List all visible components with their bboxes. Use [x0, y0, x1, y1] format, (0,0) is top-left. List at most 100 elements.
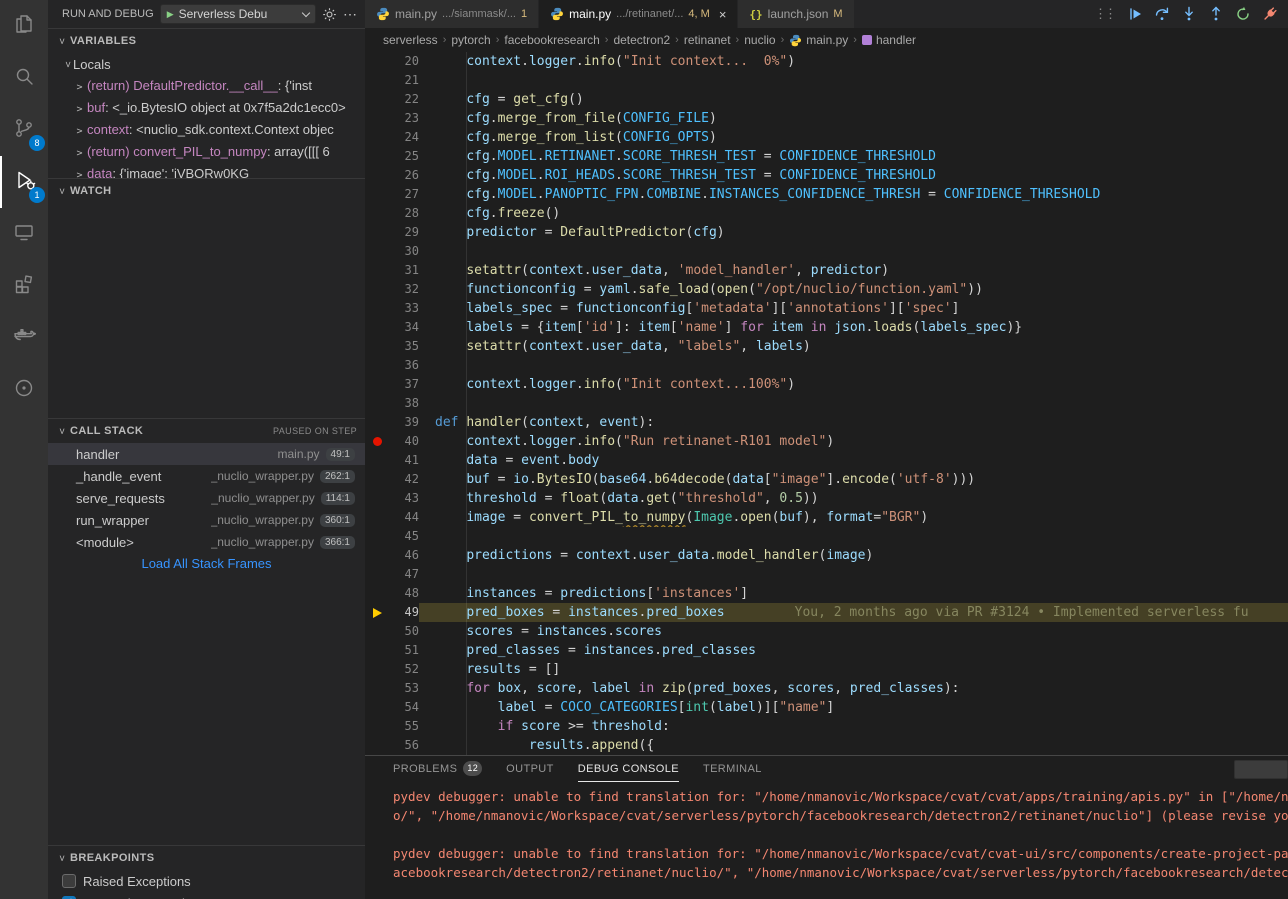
glyph-margin[interactable]: [365, 698, 389, 717]
code-line-52[interactable]: 52 results = []: [365, 660, 1288, 679]
glyph-margin[interactable]: [365, 679, 389, 698]
chevron-right-icon[interactable]: [74, 77, 85, 97]
code-line-37[interactable]: 37 context.logger.info("Init context...1…: [365, 375, 1288, 394]
close-icon[interactable]: ×: [719, 7, 727, 22]
chevron-right-icon[interactable]: [74, 99, 85, 119]
variable-row[interactable]: (return) convert_PIL_to_numpy: array([[[…: [48, 141, 365, 163]
glyph-margin[interactable]: [365, 280, 389, 299]
breadcrumb-item-detectron2[interactable]: detectron2: [613, 33, 670, 47]
code-line-20[interactable]: 20 context.logger.info("Init context... …: [365, 52, 1288, 71]
panel-tab-terminal[interactable]: TERMINAL: [703, 756, 762, 782]
glyph-margin[interactable]: [365, 356, 389, 375]
chevron-right-icon[interactable]: [74, 165, 85, 178]
glyph-margin[interactable]: [365, 223, 389, 242]
code-line-43[interactable]: 43 threshold = float(data.get("threshold…: [365, 489, 1288, 508]
breadcrumb-item-retinanet[interactable]: retinanet: [684, 33, 731, 47]
code-line-29[interactable]: 29 predictor = DefaultPredictor(cfg): [365, 223, 1288, 242]
glyph-margin[interactable]: [365, 508, 389, 527]
code-line-24[interactable]: 24 cfg.merge_from_list(CONFIG_OPTS): [365, 128, 1288, 147]
code-line-31[interactable]: 31 setattr(context.user_data, 'model_han…: [365, 261, 1288, 280]
breakpoint-option[interactable]: ✓Uncaught Exceptions: [48, 892, 365, 899]
activity-bar-item-run-and-debug[interactable]: 1: [0, 156, 48, 208]
continue-button[interactable]: [1127, 6, 1143, 22]
call-stack-section-header[interactable]: CALL STACK PAUSED ON STEP: [48, 419, 365, 443]
code-line-35[interactable]: 35 setattr(context.user_data, "labels", …: [365, 337, 1288, 356]
glyph-margin[interactable]: [365, 204, 389, 223]
disconnect-button[interactable]: [1262, 6, 1278, 22]
code-line-47[interactable]: 47: [365, 565, 1288, 584]
debug-console-output[interactable]: pydev debugger: unable to find translati…: [365, 782, 1288, 899]
call-stack-frame[interactable]: _handle_event_nuclio_wrapper.py262:1: [48, 465, 365, 487]
tab-launch-json[interactable]: {}launch.jsonM: [738, 0, 854, 28]
glyph-margin[interactable]: [365, 451, 389, 470]
code-line-34[interactable]: 34 labels = {item['id']: item['name'] fo…: [365, 318, 1288, 337]
code-line-40[interactable]: 40 context.logger.info("Run retinanet-R1…: [365, 432, 1288, 451]
glyph-margin[interactable]: [365, 261, 389, 280]
variable-row[interactable]: buf: <_io.BytesIO object at 0x7f5a2dc1ec…: [48, 97, 365, 119]
variables-section-header[interactable]: VARIABLES: [48, 29, 365, 53]
glyph-margin[interactable]: [365, 660, 389, 679]
breadcrumb-item-pytorch[interactable]: pytorch: [451, 33, 490, 47]
glyph-margin[interactable]: [365, 52, 389, 71]
activity-bar-item-remote-explorer[interactable]: [0, 208, 48, 260]
glyph-margin[interactable]: [365, 394, 389, 413]
toolbar-grip-icon[interactable]: ⋮⋮: [1094, 6, 1116, 22]
glyph-margin[interactable]: [365, 489, 389, 508]
code-line-45[interactable]: 45: [365, 527, 1288, 546]
variable-row[interactable]: (return) DefaultPredictor.__call__: {'in…: [48, 75, 365, 97]
code-line-25[interactable]: 25 cfg.MODEL.RETINANET.SCORE_THRESH_TEST…: [365, 147, 1288, 166]
code-line-23[interactable]: 23 cfg.merge_from_file(CONFIG_FILE): [365, 109, 1288, 128]
watch-section-header[interactable]: WATCH: [48, 179, 365, 203]
code-line-53[interactable]: 53 for box, score, label in zip(pred_box…: [365, 679, 1288, 698]
glyph-margin[interactable]: [365, 641, 389, 660]
call-stack-frame[interactable]: serve_requests_nuclio_wrapper.py114:1: [48, 487, 365, 509]
activity-bar-item-tool-circle[interactable]: [0, 364, 48, 416]
variable-row[interactable]: data: {'image': 'iVBORw0KG: [48, 163, 365, 178]
code-line-46[interactable]: 46 predictions = context.user_data.model…: [365, 546, 1288, 565]
variables-scope-locals[interactable]: Locals: [48, 53, 365, 75]
glyph-margin[interactable]: [365, 337, 389, 356]
breadcrumb-item-main-py[interactable]: main.py: [789, 33, 848, 47]
code-line-54[interactable]: 54 label = COCO_CATEGORIES[int(label)]["…: [365, 698, 1288, 717]
glyph-margin[interactable]: [365, 242, 389, 261]
restart-button[interactable]: [1235, 6, 1251, 22]
checkbox[interactable]: [62, 874, 76, 888]
glyph-margin[interactable]: [365, 527, 389, 546]
glyph-margin[interactable]: [365, 717, 389, 736]
glyph-margin[interactable]: [365, 147, 389, 166]
call-stack-frame[interactable]: run_wrapper_nuclio_wrapper.py360:1: [48, 509, 365, 531]
code-line-22[interactable]: 22 cfg = get_cfg(): [365, 90, 1288, 109]
call-stack-frame[interactable]: handlermain.py49:1: [48, 443, 365, 465]
code-editor[interactable]: 20 context.logger.info("Init context... …: [365, 52, 1288, 755]
console-filter-input[interactable]: [1234, 760, 1288, 779]
glyph-margin[interactable]: [365, 166, 389, 185]
code-line-27[interactable]: 27 cfg.MODEL.PANOPTIC_FPN.COMBINE.INSTAN…: [365, 185, 1288, 204]
settings-gear-icon[interactable]: [322, 7, 337, 22]
breakpoint-icon[interactable]: [365, 432, 389, 451]
chevron-right-icon[interactable]: [74, 121, 85, 141]
panel-tab-problems[interactable]: PROBLEMS12: [393, 756, 482, 782]
more-actions-icon[interactable]: ⋯: [343, 9, 357, 19]
activity-bar-item-docker[interactable]: [0, 312, 48, 364]
glyph-margin[interactable]: [365, 736, 389, 755]
debug-config-dropdown[interactable]: ▶ Serverless Debu: [160, 4, 316, 24]
glyph-margin[interactable]: [365, 128, 389, 147]
code-line-28[interactable]: 28 cfg.freeze(): [365, 204, 1288, 223]
breadcrumb-item-serverless[interactable]: serverless: [383, 33, 438, 47]
glyph-margin[interactable]: [365, 413, 389, 432]
tab-main-py-retinanet[interactable]: main.py.../retinanet/...4, M×: [539, 0, 738, 28]
code-line-48[interactable]: 48 instances = predictions['instances']: [365, 584, 1288, 603]
code-line-56[interactable]: 56 results.append({: [365, 736, 1288, 755]
code-line-42[interactable]: 42 buf = io.BytesIO(base64.b64decode(dat…: [365, 470, 1288, 489]
glyph-margin[interactable]: [365, 375, 389, 394]
code-line-41[interactable]: 41 data = event.body: [365, 451, 1288, 470]
code-line-50[interactable]: 50 scores = instances.scores: [365, 622, 1288, 641]
code-line-39[interactable]: 39def handler(context, event):: [365, 413, 1288, 432]
glyph-margin[interactable]: [365, 185, 389, 204]
code-line-55[interactable]: 55 if score >= threshold:: [365, 717, 1288, 736]
code-line-49[interactable]: 49 pred_boxes = instances.pred_boxesYou,…: [365, 603, 1288, 622]
step-out-button[interactable]: [1208, 6, 1224, 22]
breadcrumb-item-handler[interactable]: handler: [862, 33, 916, 47]
code-line-26[interactable]: 26 cfg.MODEL.ROI_HEADS.SCORE_THRESH_TEST…: [365, 166, 1288, 185]
start-debugging-icon[interactable]: ▶: [167, 9, 174, 20]
